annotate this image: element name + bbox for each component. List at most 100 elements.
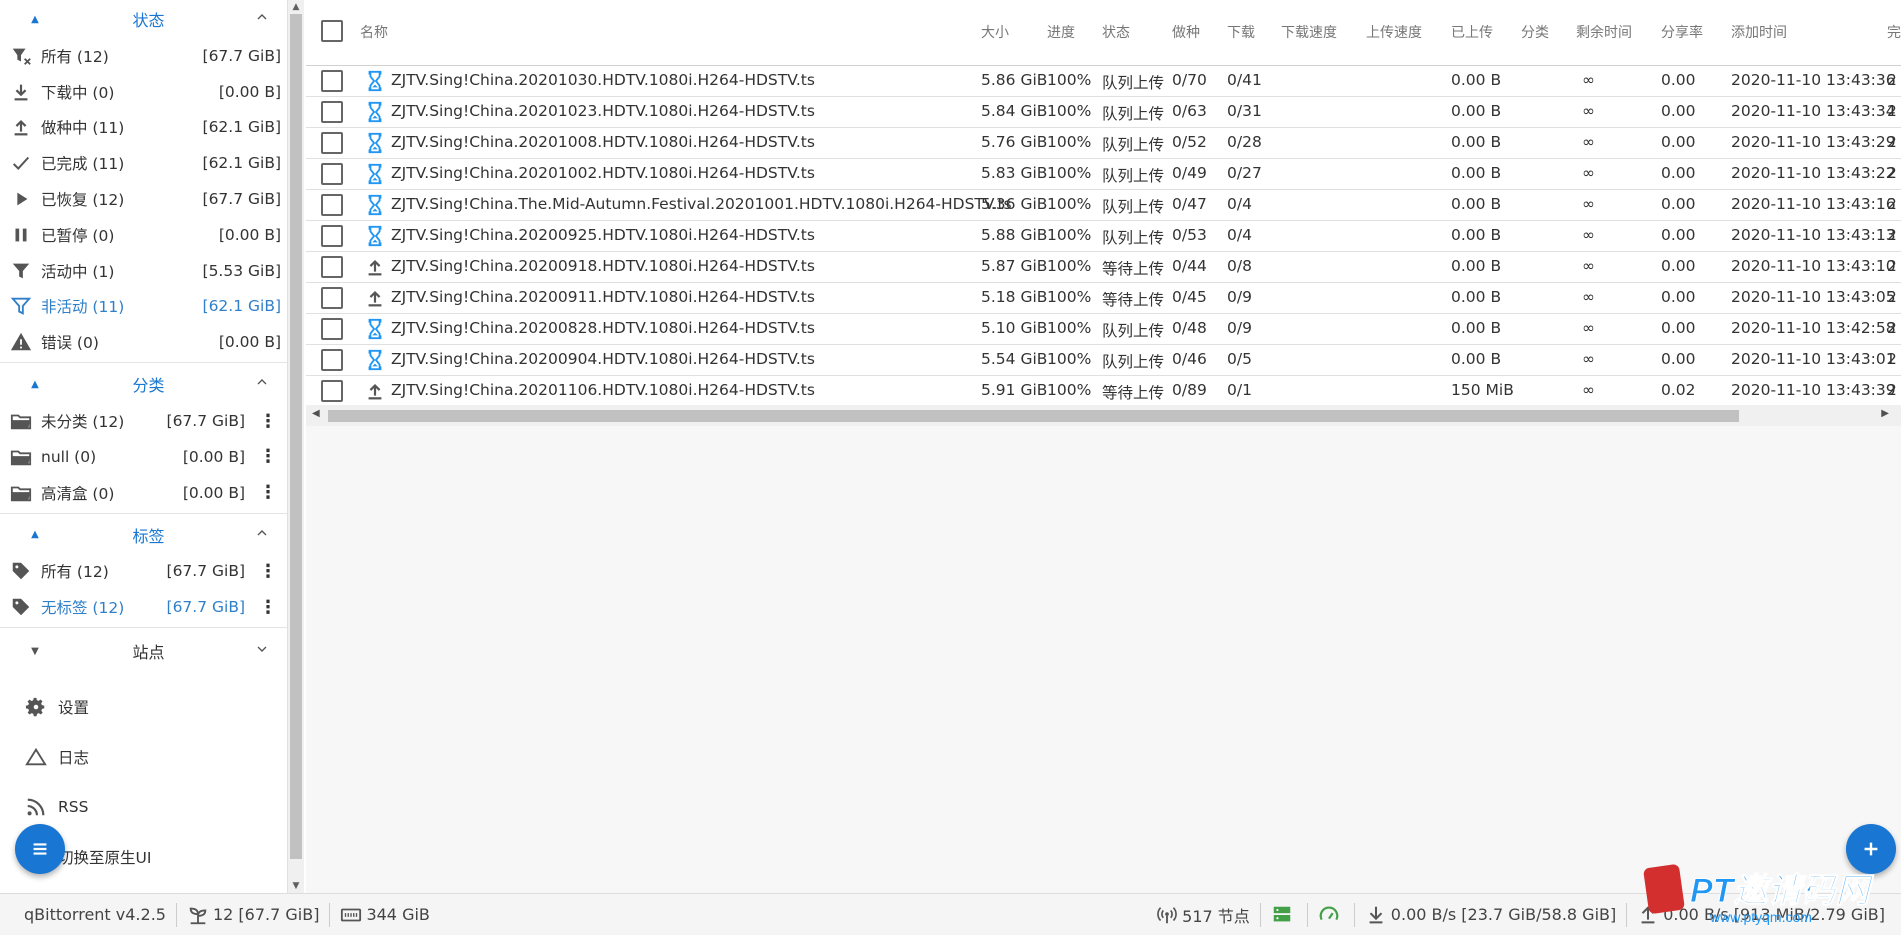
menu-fab-button[interactable]: [15, 824, 65, 874]
torrent-size: 5.54 GiB: [981, 350, 1048, 368]
tag-item[interactable]: 所有 (12) [67.7 GiB] ⋮: [0, 554, 287, 590]
hourglass-icon: [364, 349, 386, 371]
torrent-overflow: 2: [1887, 381, 1897, 399]
more-vert-icon[interactable]: ⋮: [255, 411, 281, 432]
col-peers[interactable]: 下载: [1227, 22, 1255, 42]
chevron-up-icon[interactable]: [237, 374, 287, 394]
torrent-overflow: 2: [1887, 195, 1897, 213]
table-row[interactable]: ZJTV.Sing!China.The.Mid-Autumn.Festival.…: [306, 190, 1901, 221]
more-vert-icon[interactable]: ⋮: [255, 561, 281, 582]
status-filter-item[interactable]: 已暂停 (0) [0.00 B]: [0, 217, 287, 253]
torrent-progress: 100%: [1047, 164, 1092, 182]
category-label: 未分类 (12): [41, 413, 125, 432]
table-row[interactable]: ZJTV.Sing!China.20200925.HDTV.1080i.H264…: [306, 221, 1901, 252]
status-filter-item[interactable]: 非活动 (11) [62.1 GiB]: [0, 289, 287, 325]
chevron-up-icon[interactable]: [237, 9, 287, 29]
scrollbar-thumb[interactable]: [328, 410, 1739, 422]
torrent-state: 队列上传: [1102, 229, 1165, 247]
row-checkbox[interactable]: [321, 318, 343, 340]
category-item[interactable]: 高清盒 (0) [0.00 B] ⋮: [0, 475, 287, 511]
row-checkbox[interactable]: [321, 225, 343, 247]
scrollbar-thumb[interactable]: [290, 14, 302, 859]
table-row[interactable]: ZJTV.Sing!China.20200918.HDTV.1080i.H264…: [306, 252, 1901, 283]
col-name[interactable]: 名称: [360, 22, 388, 42]
torrent-size: 5.88 GiB: [981, 226, 1048, 244]
category-section-header[interactable]: ▲ 分类: [0, 365, 287, 403]
row-checkbox[interactable]: [321, 287, 343, 309]
col-size[interactable]: 大小: [981, 22, 1009, 42]
col-category[interactable]: 分类: [1521, 22, 1549, 42]
horizontal-scrollbar[interactable]: ◀ ▶: [306, 405, 1901, 426]
col-dl-speed[interactable]: 下载速度: [1281, 22, 1337, 42]
torrent-seeds: 0/49: [1172, 164, 1207, 182]
col-seeds[interactable]: 做种: [1172, 22, 1200, 42]
more-vert-icon[interactable]: ⋮: [255, 446, 281, 467]
status-filter-item[interactable]: 所有 (12) [67.7 GiB]: [0, 38, 287, 74]
more-vert-icon[interactable]: ⋮: [255, 482, 281, 503]
status-filter-item[interactable]: 下载中 (0) [0.00 B]: [0, 74, 287, 110]
status-filter-item[interactable]: 活动中 (1) [5.53 GiB]: [0, 253, 287, 289]
tag-section-header[interactable]: ▲ 标签: [0, 516, 287, 554]
status-filter-item[interactable]: 做种中 (11) [62.1 GiB]: [0, 110, 287, 146]
torrent-size: 5.76 GiB: [981, 133, 1048, 151]
select-all-checkbox[interactable]: [321, 20, 343, 42]
tag-item[interactable]: 无标签 (12) [67.7 GiB] ⋮: [0, 589, 287, 625]
status-section-header[interactable]: ▲ 状态: [0, 0, 287, 38]
chevron-up-icon[interactable]: [237, 525, 287, 545]
col-added[interactable]: 添加时间: [1731, 22, 1787, 42]
scroll-left-icon[interactable]: ◀: [312, 408, 320, 419]
status-filter-item[interactable]: 错误 (0) [0.00 B]: [0, 324, 287, 360]
scroll-right-icon[interactable]: ▶: [1881, 408, 1889, 419]
nav-item-triangle[interactable]: 日志: [0, 732, 287, 782]
table-row[interactable]: ZJTV.Sing!China.20201008.HDTV.1080i.H264…: [306, 128, 1901, 159]
table-row[interactable]: ZJTV.Sing!China.20201106.HDTV.1080i.H264…: [306, 376, 1901, 407]
torrent-size: 5.36 GiB: [981, 195, 1048, 213]
add-torrent-fab-button[interactable]: [1846, 824, 1896, 874]
torrent-count-text: 12 [67.7 GiB]: [212, 905, 320, 924]
table-row[interactable]: ZJTV.Sing!China.20200828.HDTV.1080i.H264…: [306, 314, 1901, 345]
torrent-size: 5.18 GiB: [981, 288, 1048, 306]
status-filter-item[interactable]: 已完成 (11) [62.1 GiB]: [0, 145, 287, 181]
torrent-added: 2020-11-10 13:43:10: [1731, 257, 1896, 275]
speed-limit-toggle[interactable]: [1308, 894, 1354, 935]
torrent-uploaded: 0.00 B: [1451, 133, 1502, 151]
col-more[interactable]: 完: [1887, 22, 1901, 42]
torrent-uploaded: 0.00 B: [1451, 102, 1502, 120]
col-ratio[interactable]: 分享率: [1661, 22, 1703, 42]
collapse-triangle-icon[interactable]: ▲: [0, 379, 70, 390]
table-row[interactable]: ZJTV.Sing!China.20200904.HDTV.1080i.H264…: [306, 345, 1901, 376]
more-vert-icon[interactable]: ⋮: [255, 597, 281, 618]
collapse-triangle-icon[interactable]: ▲: [0, 529, 70, 540]
collapse-triangle-icon[interactable]: ▲: [0, 14, 70, 25]
table-row[interactable]: ZJTV.Sing!China.20201030.HDTV.1080i.H264…: [306, 66, 1901, 97]
table-row[interactable]: ZJTV.Sing!China.20201023.HDTV.1080i.H264…: [306, 97, 1901, 128]
chevron-down-icon[interactable]: [237, 641, 287, 661]
category-item[interactable]: 未分类 (12) [67.7 GiB] ⋮: [0, 403, 287, 439]
nav-item-gear[interactable]: 设置: [0, 682, 287, 732]
col-up-speed[interactable]: 上传速度: [1366, 22, 1422, 42]
connection-status[interactable]: [1261, 894, 1307, 935]
torrent-eta: ∞: [1582, 226, 1595, 244]
table-row[interactable]: ZJTV.Sing!China.20201002.HDTV.1080i.H264…: [306, 159, 1901, 190]
col-eta[interactable]: 剩余时间: [1576, 22, 1632, 42]
site-section-header[interactable]: ▼ 站点: [0, 632, 287, 670]
row-checkbox[interactable]: [321, 70, 343, 92]
expand-triangle-icon[interactable]: ▼: [0, 646, 70, 657]
row-checkbox[interactable]: [321, 194, 343, 216]
row-checkbox[interactable]: [321, 380, 343, 402]
row-checkbox[interactable]: [321, 132, 343, 154]
row-checkbox[interactable]: [321, 349, 343, 371]
category-label: null (0): [41, 447, 97, 466]
col-progress[interactable]: 进度: [1047, 22, 1075, 42]
scroll-down-icon[interactable]: ▼: [288, 879, 304, 893]
col-uploaded[interactable]: 已上传: [1451, 22, 1493, 42]
col-state[interactable]: 状态: [1102, 22, 1130, 42]
status-filter-item[interactable]: 已恢复 (12) [67.7 GiB]: [0, 181, 287, 217]
row-checkbox[interactable]: [321, 163, 343, 185]
category-item[interactable]: null (0) [0.00 B] ⋮: [0, 439, 287, 475]
row-checkbox[interactable]: [321, 256, 343, 278]
row-checkbox[interactable]: [321, 101, 343, 123]
table-row[interactable]: ZJTV.Sing!China.20200911.HDTV.1080i.H264…: [306, 283, 1901, 314]
scroll-up-icon[interactable]: ▲: [288, 0, 304, 14]
sidebar-scrollbar[interactable]: ▲ ▼: [287, 0, 304, 893]
